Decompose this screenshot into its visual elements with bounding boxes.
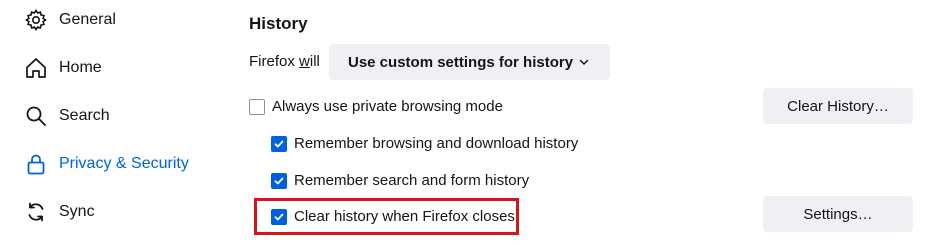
clear-history-button[interactable]: Clear History…	[763, 88, 913, 124]
history-mode-dropdown[interactable]: Use custom settings for history	[329, 44, 610, 80]
remember-search-label: Remember search and form history	[294, 172, 530, 189]
gear-icon	[24, 8, 48, 32]
section-title-history: History	[249, 14, 308, 33]
checkmark-icon	[274, 177, 284, 184]
sidebar-item-label: Privacy & Security	[59, 155, 189, 172]
sidebar-item-label: Search	[59, 107, 110, 124]
remember-search-checkbox[interactable]	[271, 172, 287, 189]
checkmark-icon	[274, 140, 284, 147]
chevron-down-icon	[578, 55, 590, 73]
sidebar: General Home Search Privacy & Security S…	[0, 0, 230, 243]
highlight-box	[254, 198, 519, 235]
sidebar-item-search[interactable]: Search	[20, 98, 220, 134]
search-icon	[24, 104, 48, 128]
sidebar-item-label: Home	[59, 59, 102, 76]
private-mode-checkbox[interactable]	[249, 98, 265, 115]
remember-search-row[interactable]: Remember search and form history	[271, 172, 529, 189]
history-settings-button[interactable]: Settings…	[763, 196, 913, 232]
sidebar-item-home[interactable]: Home	[20, 50, 220, 86]
history-mode-selected: Use custom settings for history	[348, 53, 574, 71]
sync-icon	[24, 200, 48, 224]
sidebar-item-sync[interactable]: Sync	[20, 194, 220, 230]
sidebar-item-general[interactable]: General	[20, 2, 220, 38]
firefox-will-label: Firefox will	[249, 53, 320, 70]
home-icon	[24, 56, 48, 80]
sidebar-item-privacy-security[interactable]: Privacy & Security	[20, 146, 220, 182]
private-mode-label: Always use private browsing mode	[272, 98, 503, 115]
lock-icon	[24, 152, 48, 176]
remember-browsing-row[interactable]: Remember browsing and download history	[271, 135, 578, 152]
remember-browsing-label: Remember browsing and download history	[294, 135, 579, 152]
remember-browsing-checkbox[interactable]	[271, 135, 287, 152]
sidebar-item-label: Sync	[59, 203, 95, 220]
private-mode-row[interactable]: Always use private browsing mode	[249, 98, 503, 115]
sidebar-item-label: General	[59, 11, 116, 28]
